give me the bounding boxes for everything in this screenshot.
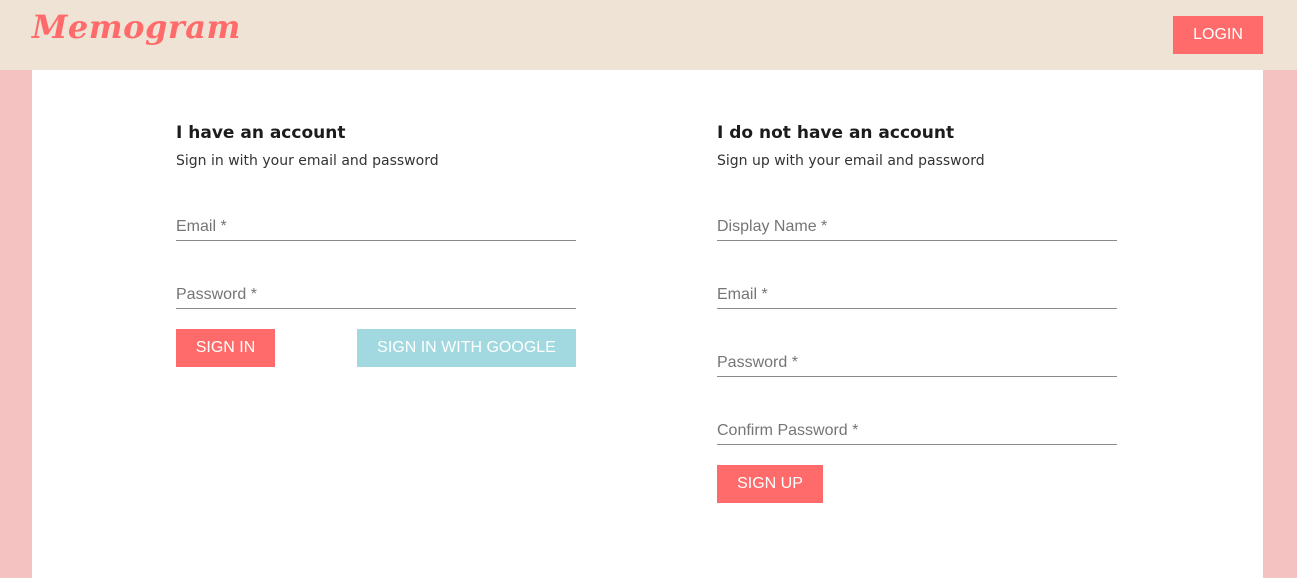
signup-email-field [717, 281, 1117, 309]
signin-email-field [176, 213, 576, 241]
signup-confirm-password-field [717, 417, 1117, 445]
memogram-logo[interactable]: Memogram [32, 8, 241, 46]
signup-password-input[interactable] [717, 349, 1117, 376]
signin-password-field [176, 281, 576, 309]
signin-email-input[interactable] [176, 213, 576, 240]
signin-title: I have an account [176, 123, 346, 143]
signup-subtitle: Sign up with your email and password [717, 153, 985, 169]
signup-password-field [717, 349, 1117, 377]
signup-display-name-field [717, 213, 1117, 241]
signin-password-input[interactable] [176, 281, 576, 308]
signup-title: I do not have an account [717, 123, 955, 143]
sign-in-with-google-button[interactable]: SIGN IN WITH GOOGLE [357, 329, 576, 367]
signin-subtitle: Sign in with your email and password [176, 153, 439, 169]
login-button[interactable]: LOGIN [1173, 16, 1263, 54]
auth-panel: I have an account Sign in with your emai… [32, 70, 1263, 578]
top-header: Memogram LOGIN [0, 0, 1297, 70]
sign-in-button[interactable]: SIGN IN [176, 329, 275, 367]
signup-confirm-password-input[interactable] [717, 417, 1117, 444]
signup-display-name-input[interactable] [717, 213, 1117, 240]
signup-email-input[interactable] [717, 281, 1117, 308]
sign-up-button[interactable]: SIGN UP [717, 465, 823, 503]
